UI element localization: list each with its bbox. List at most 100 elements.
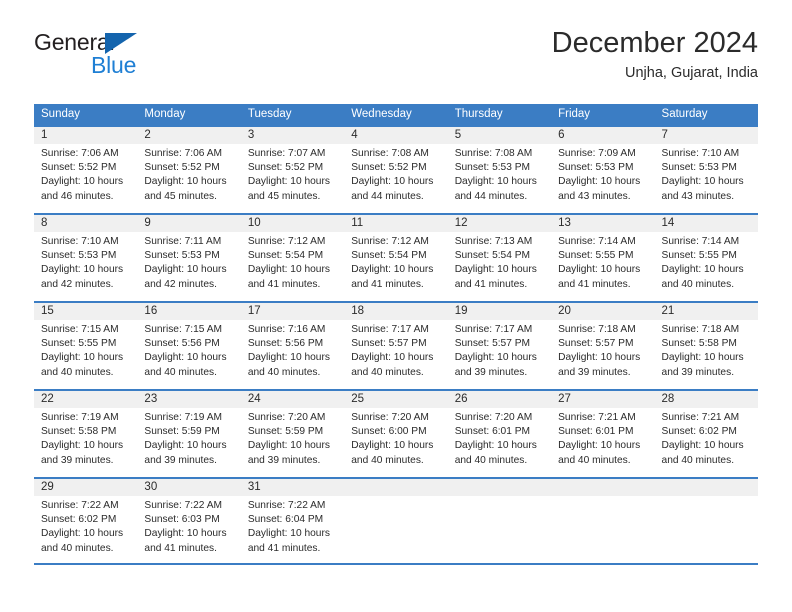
day-cell[interactable]: 5 Sunrise: 7:08 AM Sunset: 5:53 PM Dayli… <box>447 127 552 213</box>
day-details: Sunrise: 7:19 AM Sunset: 5:58 PM Dayligh… <box>34 408 137 468</box>
day-cell[interactable]: 22 Sunrise: 7:19 AM Sunset: 5:58 PM Dayl… <box>34 391 138 477</box>
day-cell[interactable]: 26 Sunrise: 7:20 AM Sunset: 6:01 PM Dayl… <box>447 391 552 477</box>
location-subtitle: Unjha, Gujarat, India <box>625 65 758 81</box>
day-number: 17 <box>240 303 345 320</box>
sunrise-text: Sunrise: 7:20 AM <box>351 412 429 423</box>
day-number: 26 <box>447 391 552 408</box>
sunrise-text: Sunrise: 7:22 AM <box>247 500 326 511</box>
day-cell[interactable]: 14 Sunrise: 7:14 AM Sunset: 5:55 PM Dayl… <box>654 215 758 301</box>
day-cell[interactable]: 16 Sunrise: 7:15 AM Sunset: 5:56 PM Dayl… <box>137 303 241 389</box>
day-details: Sunrise: 7:07 AM Sunset: 5:52 PM Dayligh… <box>241 144 344 204</box>
daylight-text-line2: and 46 minutes. <box>41 190 114 202</box>
day-cell[interactable]: 4 Sunrise: 7:08 AM Sunset: 5:52 PM Dayli… <box>344 127 448 213</box>
day-details: Sunrise: 7:21 AM Sunset: 6:02 PM Dayligh… <box>655 408 758 468</box>
day-cell[interactable]: 27 Sunrise: 7:21 AM Sunset: 6:01 PM Dayl… <box>551 391 655 477</box>
day-cell[interactable]: 9 Sunrise: 7:11 AM Sunset: 5:53 PM Dayli… <box>137 215 241 301</box>
day-cell[interactable]: 18 Sunrise: 7:17 AM Sunset: 5:57 PM Dayl… <box>344 303 448 389</box>
daylight-text-line2: and 41 minutes. <box>558 278 631 290</box>
day-number: 7 <box>654 127 758 144</box>
sunset-text: Sunset: 5:53 PM <box>661 162 737 174</box>
sunset-text: Sunset: 6:01 PM <box>454 426 531 438</box>
day-number: 30 <box>137 479 241 496</box>
day-cell[interactable]: 30 Sunrise: 7:22 AM Sunset: 6:03 PM Dayl… <box>137 479 241 563</box>
day-cell[interactable]: 6 Sunrise: 7:09 AM Sunset: 5:53 PM Dayli… <box>551 127 655 213</box>
weekday-tuesday: Tuesday <box>247 108 292 120</box>
sunset-text: Sunset: 6:04 PM <box>247 514 324 526</box>
day-cell[interactable]: 28 Sunrise: 7:21 AM Sunset: 6:02 PM Dayl… <box>654 391 758 477</box>
day-cell[interactable]: 3 Sunrise: 7:07 AM Sunset: 5:52 PM Dayli… <box>240 127 345 213</box>
day-cell[interactable]: 17 Sunrise: 7:16 AM Sunset: 5:56 PM Dayl… <box>240 303 345 389</box>
day-cell[interactable]: 1 Sunrise: 7:06 AM Sunset: 5:52 PM Dayli… <box>34 127 138 213</box>
daylight-text-line1: Daylight: 10 hours <box>41 176 124 188</box>
day-details: Sunrise: 7:15 AM Sunset: 5:55 PM Dayligh… <box>34 320 137 380</box>
daylight-text-line1: Daylight: 10 hours <box>144 352 227 364</box>
day-cell[interactable]: 12 Sunrise: 7:13 AM Sunset: 5:54 PM Dayl… <box>447 215 552 301</box>
day-details: Sunrise: 7:19 AM Sunset: 5:59 PM Dayligh… <box>137 408 240 468</box>
day-cell[interactable]: 19 Sunrise: 7:17 AM Sunset: 5:57 PM Dayl… <box>447 303 552 389</box>
day-cell[interactable]: 11 Sunrise: 7:12 AM Sunset: 5:54 PM Dayl… <box>344 215 448 301</box>
weekday-friday: Friday <box>558 108 591 120</box>
daylight-text-line2: and 40 minutes. <box>144 366 217 378</box>
day-details: Sunrise: 7:11 AM Sunset: 5:53 PM Dayligh… <box>137 232 240 292</box>
day-number: 12 <box>447 215 552 232</box>
daylight-text-line2: and 40 minutes. <box>661 278 735 290</box>
calendar-page: General Blue December 2024 Unjha, Gujara… <box>0 0 792 612</box>
daylight-text-line1: Daylight: 10 hours <box>41 352 124 364</box>
daylight-text-line2: and 39 minutes. <box>558 366 631 378</box>
day-cell[interactable]: 13 Sunrise: 7:14 AM Sunset: 5:55 PM Dayl… <box>551 215 655 301</box>
generalblue-logo: General Blue <box>34 30 214 82</box>
sunrise-text: Sunrise: 7:17 AM <box>454 324 533 335</box>
day-cell[interactable]: 31 Sunrise: 7:22 AM Sunset: 6:04 PM Dayl… <box>240 479 345 563</box>
daylight-text-line2: and 40 minutes. <box>661 454 735 466</box>
day-number: 16 <box>137 303 241 320</box>
day-cell[interactable]: 25 Sunrise: 7:20 AM Sunset: 6:00 PM Dayl… <box>344 391 448 477</box>
day-details: Sunrise: 7:08 AM Sunset: 5:53 PM Dayligh… <box>448 144 551 204</box>
day-cell[interactable]: 7 Sunrise: 7:10 AM Sunset: 5:53 PM Dayli… <box>654 127 758 213</box>
day-details: Sunrise: 7:20 AM Sunset: 6:01 PM Dayligh… <box>448 408 551 468</box>
sunrise-text: Sunrise: 7:17 AM <box>351 324 429 335</box>
sunset-text: Sunset: 5:52 PM <box>247 162 324 174</box>
day-number: 8 <box>34 215 138 232</box>
sunset-text: Sunset: 5:53 PM <box>454 162 531 174</box>
sunrise-text: Sunrise: 7:08 AM <box>351 148 429 159</box>
day-cell[interactable]: 8 Sunrise: 7:10 AM Sunset: 5:53 PM Dayli… <box>34 215 138 301</box>
daylight-text-line1: Daylight: 10 hours <box>661 440 744 452</box>
sunrise-text: Sunrise: 7:10 AM <box>661 148 740 159</box>
day-number: 23 <box>137 391 241 408</box>
daylight-text-line1: Daylight: 10 hours <box>661 352 744 364</box>
sunset-text: Sunset: 5:56 PM <box>144 338 220 350</box>
sunrise-text: Sunrise: 7:19 AM <box>41 412 119 423</box>
sunrise-text: Sunrise: 7:10 AM <box>41 236 119 247</box>
daylight-text-line2: and 40 minutes. <box>558 454 631 466</box>
day-cell[interactable]: 21 Sunrise: 7:18 AM Sunset: 5:58 PM Dayl… <box>654 303 758 389</box>
day-cell[interactable]: 15 Sunrise: 7:15 AM Sunset: 5:55 PM Dayl… <box>34 303 138 389</box>
sunrise-text: Sunrise: 7:22 AM <box>144 500 223 511</box>
day-cell[interactable]: 20 Sunrise: 7:18 AM Sunset: 5:57 PM Dayl… <box>551 303 655 389</box>
day-number: 28 <box>654 391 758 408</box>
day-number: 2 <box>137 127 241 144</box>
day-cell[interactable]: 29 Sunrise: 7:22 AM Sunset: 6:02 PM Dayl… <box>34 479 138 563</box>
daylight-text-line1: Daylight: 10 hours <box>661 264 744 276</box>
day-cell-empty <box>551 479 655 563</box>
sunset-text: Sunset: 6:02 PM <box>661 426 737 438</box>
day-cell[interactable]: 24 Sunrise: 7:20 AM Sunset: 5:59 PM Dayl… <box>240 391 345 477</box>
daylight-text-line1: Daylight: 10 hours <box>144 528 227 540</box>
day-number: 3 <box>240 127 345 144</box>
day-cell[interactable]: 2 Sunrise: 7:06 AM Sunset: 5:52 PM Dayli… <box>137 127 241 213</box>
daylight-text-line2: and 39 minutes. <box>661 366 735 378</box>
day-number: 6 <box>551 127 655 144</box>
daylight-text-line2: and 41 minutes. <box>247 542 321 554</box>
daylight-text-line1: Daylight: 10 hours <box>144 264 227 276</box>
sunrise-text: Sunrise: 7:21 AM <box>558 412 636 423</box>
day-cell[interactable]: 23 Sunrise: 7:19 AM Sunset: 5:59 PM Dayl… <box>137 391 241 477</box>
day-number <box>551 479 655 496</box>
day-details: Sunrise: 7:17 AM Sunset: 5:57 PM Dayligh… <box>344 320 447 380</box>
daylight-text-line1: Daylight: 10 hours <box>454 352 537 364</box>
day-cell-empty <box>447 479 552 563</box>
day-number: 4 <box>344 127 448 144</box>
daylight-text-line1: Daylight: 10 hours <box>351 440 434 452</box>
logo-text-blue: Blue <box>91 52 137 78</box>
daylight-text-line1: Daylight: 10 hours <box>144 440 227 452</box>
sunset-text: Sunset: 6:03 PM <box>144 514 220 526</box>
day-cell[interactable]: 10 Sunrise: 7:12 AM Sunset: 5:54 PM Dayl… <box>240 215 345 301</box>
